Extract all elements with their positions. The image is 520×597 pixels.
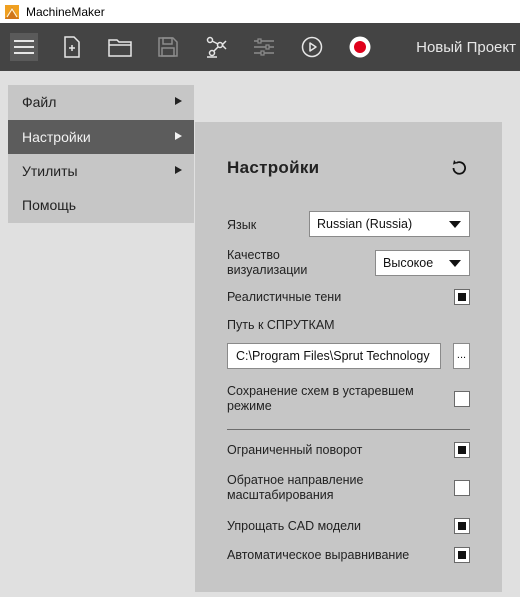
legacy-save-label-line1: Сохранение схем в устаревшем bbox=[227, 384, 414, 398]
menu-item-help[interactable]: Помощь bbox=[8, 188, 194, 222]
main-toolbar: Новый Проект bbox=[0, 23, 520, 71]
record-button[interactable] bbox=[346, 33, 374, 61]
main-menu: Файл Настройки Утилиты Помощь bbox=[8, 85, 194, 223]
reset-icon bbox=[452, 160, 466, 175]
legacy-save-checkbox[interactable] bbox=[454, 391, 470, 407]
submenu-arrow-icon bbox=[175, 97, 182, 105]
simplify-cad-label: Упрощать CAD модели bbox=[227, 519, 361, 533]
open-project-button[interactable] bbox=[106, 33, 134, 61]
limited-rotation-checkbox[interactable] bbox=[454, 442, 470, 458]
save-project-button[interactable] bbox=[154, 33, 182, 61]
save-icon bbox=[158, 37, 178, 57]
auto-align-label: Автоматическое выравнивание bbox=[227, 548, 410, 562]
menu-item-label: Помощь bbox=[22, 197, 77, 213]
limited-rotation-label: Ограниченный поворот bbox=[227, 443, 363, 457]
path-label: Путь к СПРУТКАМ bbox=[227, 318, 335, 332]
quality-label: Качество визуализации bbox=[227, 248, 307, 278]
legacy-save-label: Сохранение схем в устаревшем режиме bbox=[227, 384, 414, 414]
app-logo-icon bbox=[4, 4, 20, 20]
reverse-zoom-label: Обратное направление масштабирования bbox=[227, 473, 363, 503]
language-value: Russian (Russia) bbox=[317, 217, 413, 231]
new-project-button[interactable] bbox=[58, 33, 86, 61]
reverse-zoom-checkbox[interactable] bbox=[454, 480, 470, 496]
menu-icon bbox=[14, 40, 34, 54]
shadows-label: Реалистичные тени bbox=[227, 290, 342, 304]
quality-label-line2: визуализации bbox=[227, 263, 308, 277]
dropdown-arrow-icon bbox=[449, 221, 461, 228]
project-name: Новый Проект bbox=[416, 38, 516, 56]
play-icon bbox=[301, 36, 323, 58]
menu-item-file[interactable]: Файл bbox=[8, 85, 194, 119]
path-input[interactable]: C:\Program Files\Sprut Technology bbox=[227, 343, 441, 369]
quality-select[interactable]: Высокое bbox=[375, 250, 470, 276]
window-titlebar: MachineMaker bbox=[0, 0, 520, 23]
quality-value: Высокое bbox=[383, 256, 434, 270]
menu-item-utilities[interactable]: Утилиты bbox=[8, 154, 194, 188]
settings-title: Настройки bbox=[227, 158, 320, 177]
record-icon bbox=[349, 36, 371, 58]
window-title: MachineMaker bbox=[26, 4, 105, 19]
reverse-zoom-label-line1: Обратное направление bbox=[227, 473, 364, 487]
sliders-icon bbox=[254, 38, 274, 56]
menu-item-label: Настройки bbox=[22, 129, 91, 145]
parameters-button[interactable] bbox=[250, 33, 278, 61]
kinematics-button[interactable] bbox=[202, 33, 230, 61]
dropdown-arrow-icon bbox=[449, 260, 461, 267]
submenu-arrow-icon bbox=[175, 166, 182, 174]
settings-panel: Настройки Язык Russian (Russia) Качество… bbox=[195, 122, 502, 592]
quality-label-line1: Качество bbox=[227, 248, 280, 262]
legacy-save-label-line2: режиме bbox=[227, 399, 272, 413]
reset-settings-button[interactable] bbox=[449, 158, 469, 178]
auto-align-checkbox[interactable] bbox=[454, 547, 470, 563]
main-menu-button[interactable] bbox=[10, 33, 38, 61]
language-select[interactable]: Russian (Russia) bbox=[309, 211, 470, 237]
shadows-checkbox[interactable] bbox=[454, 289, 470, 305]
browse-path-button[interactable]: ... bbox=[453, 343, 470, 369]
run-simulation-button[interactable] bbox=[298, 33, 326, 61]
menu-item-settings[interactable]: Настройки bbox=[8, 120, 194, 154]
robot-arm-icon bbox=[206, 36, 227, 58]
open-folder-icon bbox=[108, 39, 132, 57]
menu-item-label: Утилиты bbox=[22, 163, 78, 179]
simplify-cad-checkbox[interactable] bbox=[454, 518, 470, 534]
new-file-icon bbox=[64, 36, 80, 58]
submenu-arrow-icon bbox=[175, 132, 182, 140]
reverse-zoom-label-line2: масштабирования bbox=[227, 488, 334, 502]
language-label: Язык bbox=[227, 218, 257, 232]
settings-divider bbox=[227, 429, 470, 430]
menu-item-label: Файл bbox=[22, 94, 57, 110]
